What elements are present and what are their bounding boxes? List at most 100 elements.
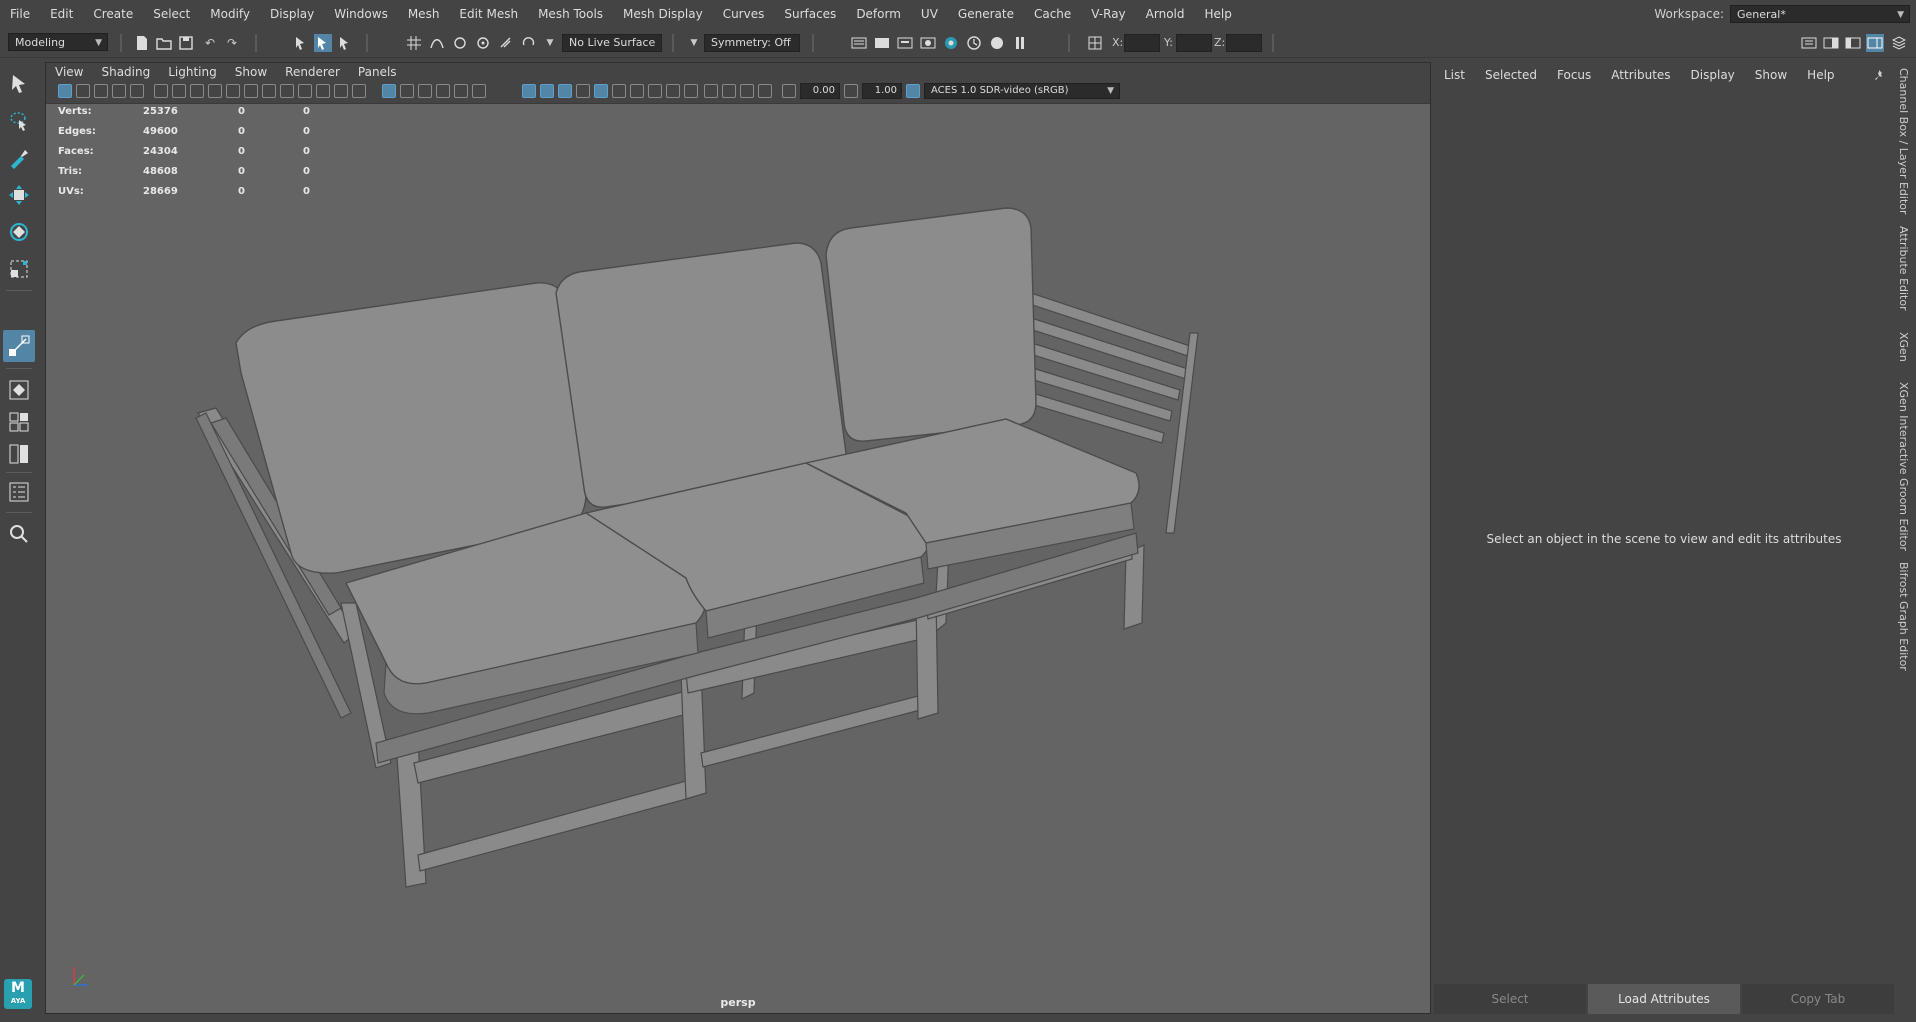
z-input[interactable] — [1226, 34, 1262, 52]
menu-cache[interactable]: Cache — [1024, 7, 1081, 21]
menu-uv[interactable]: UV — [911, 7, 948, 21]
ae-menu-focus[interactable]: Focus — [1547, 68, 1601, 82]
chevron-down-icon: ▼ — [1897, 10, 1904, 20]
paint-select-tool-icon[interactable] — [5, 144, 33, 172]
move-tool-icon[interactable] — [5, 181, 33, 209]
menu-display[interactable]: Display — [260, 7, 324, 21]
redo-icon[interactable]: ↷ — [223, 34, 241, 52]
hypershade-icon[interactable] — [919, 34, 937, 52]
menu-file[interactable]: File — [0, 7, 40, 21]
tab-channel-box-layer-editor[interactable]: Channel Box / Layer Editor — [1897, 68, 1910, 215]
symmetry-value: Symmetry: Off — [711, 36, 791, 49]
render-frame-icon[interactable] — [873, 34, 891, 52]
menu-select[interactable]: Select — [143, 7, 200, 21]
ae-menu-show[interactable]: Show — [1745, 68, 1797, 82]
arnold-render-icon[interactable] — [942, 34, 960, 52]
divider — [6, 512, 32, 513]
tab-xgen-interactive-groom-editor[interactable]: XGen Interactive Groom Editor — [1897, 382, 1910, 551]
camera-label: persp — [720, 996, 756, 1009]
workspace-dropdown[interactable]: General* ▼ — [1730, 5, 1910, 23]
transform-input-icon[interactable] — [1086, 34, 1104, 52]
pin-icon[interactable] — [1870, 66, 1888, 84]
select-object-icon[interactable] — [314, 34, 332, 52]
snap-together-icon[interactable] — [520, 34, 538, 52]
z-label: Z: — [1214, 36, 1226, 49]
menu-curves[interactable]: Curves — [713, 7, 775, 21]
side-tabs: Channel Box / Layer Editor Attribute Edi… — [1894, 62, 1916, 1014]
ae-menu-list[interactable]: List — [1434, 68, 1475, 82]
four-view-layout-icon[interactable] — [5, 408, 33, 436]
last-tool-icon[interactable] — [3, 330, 35, 362]
select-component-icon[interactable] — [336, 34, 354, 52]
select-tool-icon[interactable] — [5, 70, 33, 98]
tab-attribute-editor[interactable]: Attribute Editor — [1897, 226, 1910, 311]
menu-create[interactable]: Create — [83, 7, 143, 21]
search-icon[interactable] — [5, 520, 33, 548]
modeling-toolkit-icon[interactable] — [1800, 34, 1818, 52]
attribute-editor-menubar: List Selected Focus Attributes Display S… — [1434, 62, 1894, 88]
ipr-render-icon[interactable] — [896, 34, 914, 52]
make-live-icon[interactable] — [497, 34, 515, 52]
menu-deform[interactable]: Deform — [846, 7, 911, 21]
layers-icon[interactable] — [1890, 34, 1908, 52]
chevron-down-icon[interactable]: ▼ — [541, 34, 559, 52]
symmetry-field[interactable]: Symmetry: Off — [704, 34, 800, 52]
status-line: Modeling ▼ ↶ ↷ ▼ No Live Surface ▼ Symme… — [0, 28, 1916, 58]
load-attributes-button[interactable]: Load Attributes — [1588, 984, 1740, 1014]
y-input[interactable] — [1176, 34, 1212, 52]
x-input[interactable] — [1124, 34, 1160, 52]
menu-mesh-tools[interactable]: Mesh Tools — [528, 7, 613, 21]
undo-icon[interactable]: ↶ — [201, 34, 219, 52]
divider — [120, 34, 122, 52]
main-menubar: File Edit Create Select Modify Display W… — [0, 0, 1916, 28]
menu-surfaces[interactable]: Surfaces — [774, 7, 846, 21]
ae-menu-help[interactable]: Help — [1797, 68, 1844, 82]
ae-menu-selected[interactable]: Selected — [1475, 68, 1547, 82]
select-button[interactable]: Select — [1434, 984, 1586, 1014]
new-scene-icon[interactable] — [133, 34, 151, 52]
ae-menu-attributes[interactable]: Attributes — [1601, 68, 1680, 82]
menu-edit-mesh[interactable]: Edit Mesh — [449, 7, 528, 21]
menu-help[interactable]: Help — [1195, 7, 1242, 21]
snap-grid-icon[interactable] — [405, 34, 423, 52]
lasso-tool-icon[interactable] — [5, 107, 33, 135]
live-surface-field[interactable]: No Live Surface — [562, 34, 662, 52]
tab-bifrost-graph-editor[interactable]: Bifrost Graph Editor — [1897, 562, 1910, 671]
divider — [6, 368, 32, 369]
sofa-model[interactable] — [46, 63, 1431, 1014]
render-settings-icon[interactable] — [850, 34, 868, 52]
chevron-down-icon[interactable]: ▼ — [685, 34, 703, 52]
select-hierarchy-icon[interactable] — [292, 34, 310, 52]
rotate-tool-icon[interactable] — [5, 218, 33, 246]
menu-modify[interactable]: Modify — [200, 7, 260, 21]
outliner-icon[interactable] — [5, 478, 33, 506]
channel-box-icon[interactable] — [1866, 34, 1884, 52]
persp-outliner-layout-icon[interactable] — [5, 440, 33, 468]
menu-mesh-display[interactable]: Mesh Display — [613, 7, 713, 21]
snap-curve-icon[interactable] — [428, 34, 446, 52]
save-scene-icon[interactable] — [177, 34, 195, 52]
maya-logo-icon: M AYA — [4, 979, 32, 1009]
open-scene-icon[interactable] — [155, 34, 173, 52]
attribute-editor-icon[interactable] — [1822, 34, 1840, 52]
tool-settings-icon[interactable] — [1844, 34, 1862, 52]
snap-point-icon[interactable] — [451, 34, 469, 52]
menu-edit[interactable]: Edit — [40, 7, 83, 21]
scale-tool-icon[interactable] — [5, 255, 33, 283]
pause-icon[interactable] — [1011, 34, 1029, 52]
divider — [672, 34, 674, 52]
single-perspective-view-icon[interactable] — [5, 376, 33, 404]
menu-vray[interactable]: V-Ray — [1081, 7, 1135, 21]
arnold-sphere-icon[interactable] — [988, 34, 1006, 52]
menu-windows[interactable]: Windows — [324, 7, 398, 21]
copy-tab-button[interactable]: Copy Tab — [1742, 984, 1894, 1014]
viewport-panel[interactable]: View Shading Lighting Show Renderer Pane… — [45, 62, 1431, 1014]
tab-xgen[interactable]: XGen — [1897, 332, 1910, 362]
snap-view-plane-icon[interactable] — [474, 34, 492, 52]
menu-arnold[interactable]: Arnold — [1136, 7, 1195, 21]
menu-mesh[interactable]: Mesh — [398, 7, 450, 21]
arnold-ipr-icon[interactable] — [965, 34, 983, 52]
menu-set-dropdown[interactable]: Modeling ▼ — [8, 33, 108, 51]
menu-generate[interactable]: Generate — [948, 7, 1024, 21]
ae-menu-display[interactable]: Display — [1681, 68, 1745, 82]
